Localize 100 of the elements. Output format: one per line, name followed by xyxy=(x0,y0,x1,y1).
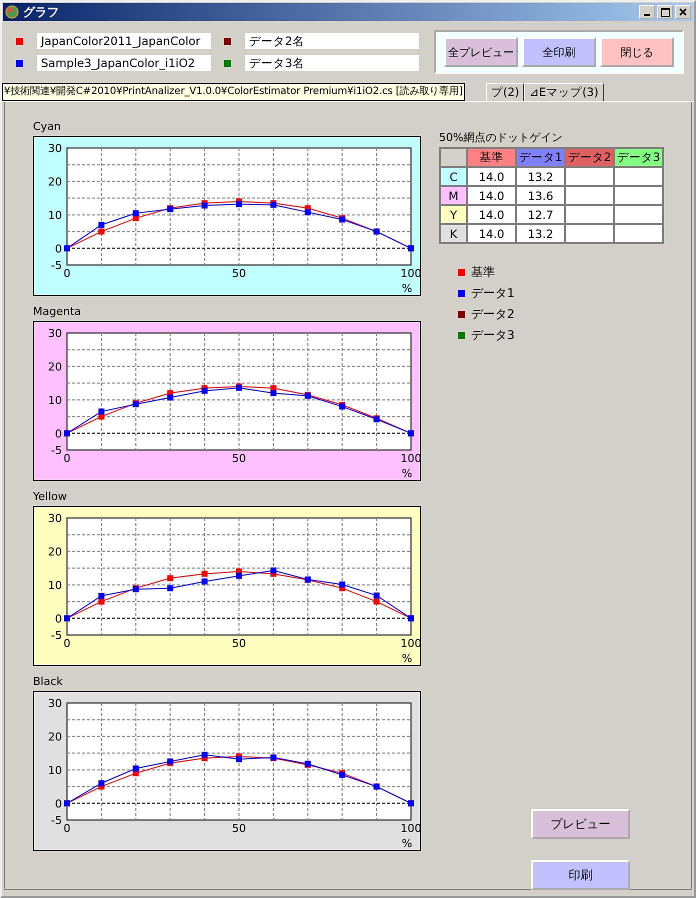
axis-title: % xyxy=(402,652,412,665)
point xyxy=(202,570,208,577)
point xyxy=(167,585,174,592)
axis-label: 0 xyxy=(64,637,70,650)
legend-label: データ2 xyxy=(471,306,515,322)
app-icon xyxy=(5,5,19,19)
axis-label: 50 xyxy=(232,267,246,280)
point xyxy=(270,390,276,396)
axis-label: 20 xyxy=(48,175,62,188)
action-button[interactable]: 閉じる xyxy=(600,37,674,67)
close-button[interactable] xyxy=(675,5,691,19)
header-cell: データ1 xyxy=(516,148,565,167)
action-button[interactable]: プレビュー xyxy=(531,809,630,839)
action-button[interactable]: 全印刷 xyxy=(522,37,596,67)
table-cell: 14.0 xyxy=(467,186,516,205)
legend-label: 基準 xyxy=(471,264,495,280)
axis-label: 10 xyxy=(48,208,62,222)
axis-label: 10 xyxy=(48,764,62,777)
axis-label: -5 xyxy=(51,814,62,827)
point xyxy=(167,394,174,401)
point xyxy=(98,408,104,415)
row-header: M xyxy=(440,186,467,205)
point xyxy=(236,572,242,579)
point xyxy=(98,592,104,599)
point xyxy=(339,582,346,588)
axis-label: 30 xyxy=(48,697,62,710)
window-title: グラフ xyxy=(23,4,59,20)
axis-label: 30 xyxy=(48,142,62,155)
table-cell: 14.0 xyxy=(467,205,516,224)
row-header: Y xyxy=(440,205,467,224)
table-cell: 13.2 xyxy=(516,224,565,243)
tooltip: ¥技術関連¥開発C#2010¥PrintAnalizer_V1.0.0¥ColorEstimator Premium¥i1iO2.cs [読み取り専用] xyxy=(2,83,465,101)
axis-label: 50 xyxy=(232,637,246,650)
point xyxy=(132,210,139,216)
axis-label: 20 xyxy=(48,545,62,558)
point xyxy=(202,752,208,758)
axis-label: 10 xyxy=(48,578,62,592)
axis-label: 100 xyxy=(400,822,421,835)
legend-label: データ3 xyxy=(471,327,515,343)
chart-title: Yellow xyxy=(33,490,68,504)
axis-label: 0 xyxy=(64,452,70,465)
name-field[interactable]: データ3名 xyxy=(245,55,419,71)
header-cell: データ3 xyxy=(614,148,663,167)
table-cell: 13.6 xyxy=(516,186,565,205)
table-cell: 12.7 xyxy=(516,205,565,224)
axis-label: 100 xyxy=(400,452,421,465)
table-cell: 14.0 xyxy=(467,167,516,186)
point xyxy=(132,766,139,772)
header-cell xyxy=(440,148,467,167)
axis-label: 30 xyxy=(48,512,62,525)
point xyxy=(236,756,242,762)
table-cell: 13.2 xyxy=(516,167,565,186)
point xyxy=(202,578,208,585)
point xyxy=(202,388,208,394)
tab[interactable]: ⊿Eマップ(3) xyxy=(524,83,604,101)
axis-label: 0 xyxy=(55,427,62,440)
axis-label: 20 xyxy=(48,360,62,374)
maximize-icon xyxy=(660,8,670,16)
chart-title: Magenta xyxy=(33,305,82,319)
maximize-button[interactable] xyxy=(657,5,673,19)
point xyxy=(304,209,311,216)
point xyxy=(167,575,174,582)
minimize-icon xyxy=(644,14,650,16)
axis-label: -5 xyxy=(51,259,62,272)
point xyxy=(98,780,104,786)
point xyxy=(98,598,104,605)
axis-label: 0 xyxy=(55,797,62,810)
action-button[interactable]: 全プレビュー xyxy=(444,37,518,67)
point xyxy=(98,228,104,235)
axis-label: 100 xyxy=(400,267,421,280)
axis-label: 50 xyxy=(232,822,246,835)
name-field[interactable]: JapanColor2011_JapanColor xyxy=(37,33,211,49)
row-header: C xyxy=(440,167,467,186)
axis-title: % xyxy=(402,837,412,850)
legend-label: データ1 xyxy=(471,285,515,301)
header-cell: 基準 xyxy=(467,148,516,167)
axis-label: -5 xyxy=(51,444,62,457)
axis-title: % xyxy=(402,282,412,295)
axis-label: 0 xyxy=(64,822,70,835)
axis-label: 0 xyxy=(55,242,62,256)
axis-label: 20 xyxy=(48,730,62,744)
point xyxy=(374,598,380,605)
point xyxy=(236,201,242,208)
chart-title: Black xyxy=(33,675,64,689)
name-field[interactable]: データ2名 xyxy=(245,33,419,49)
axis-label: -5 xyxy=(51,629,62,642)
axis-label: 0 xyxy=(55,612,62,626)
tab[interactable]: プ(2) xyxy=(486,83,524,101)
table-cell: 14.0 xyxy=(467,224,516,243)
point xyxy=(98,222,104,228)
axis-label: 10 xyxy=(48,394,62,407)
table-title: 50%網点のドットゲイン xyxy=(439,130,564,145)
minimize-button[interactable] xyxy=(639,5,655,19)
action-button[interactable]: 印刷 xyxy=(531,860,630,890)
name-field[interactable]: Sample3_JapanColor_i1iO2 xyxy=(37,55,211,71)
axis-title: % xyxy=(402,467,412,480)
chart-title: Cyan xyxy=(33,120,62,134)
point xyxy=(270,567,276,574)
close-icon xyxy=(679,8,687,16)
axis-label: 0 xyxy=(64,267,70,280)
